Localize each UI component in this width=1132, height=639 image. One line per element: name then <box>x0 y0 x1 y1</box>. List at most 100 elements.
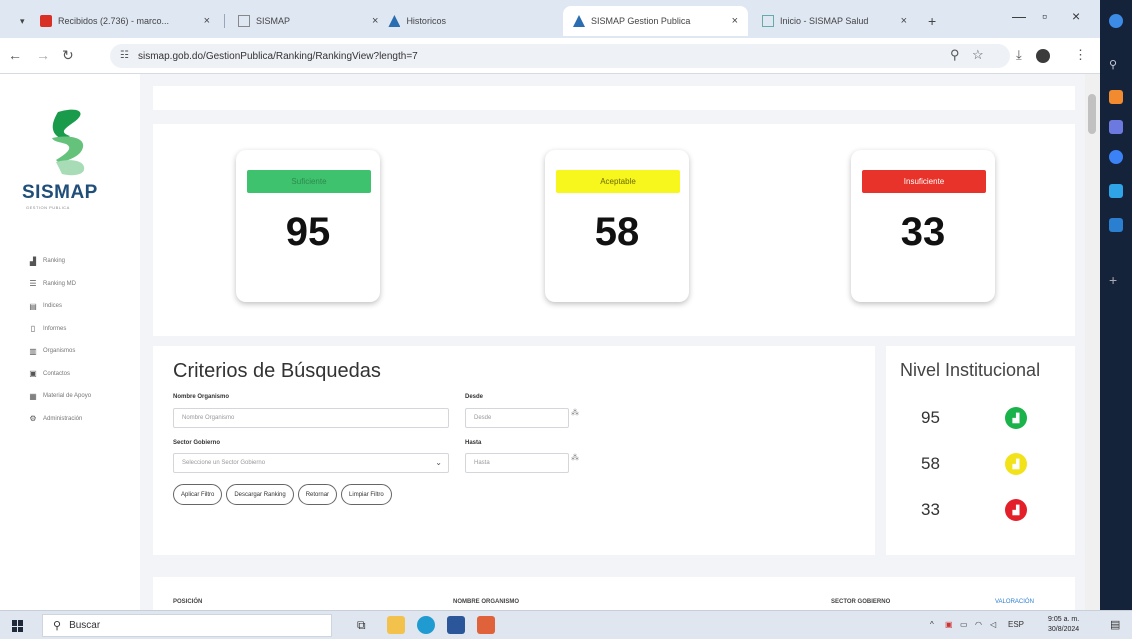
desde-label: Desde <box>465 394 484 400</box>
sidebar-item-material-apoyo[interactable]: ▦ Material de Apoyo <box>28 385 91 408</box>
url-bar[interactable]: ☷ sismap.gob.do/GestionPublica/Ranking/R… <box>110 44 1010 68</box>
page-icon <box>762 15 774 27</box>
bookmark-star-icon[interactable]: ☆ <box>972 47 984 63</box>
page-scrollbar[interactable] <box>1085 74 1100 610</box>
window-close-icon[interactable]: × <box>1072 8 1080 24</box>
calendar-icon[interactable]: ⁂ <box>571 453 579 462</box>
sismap-favicon-icon <box>573 15 585 27</box>
nivel-institucional-panel: Nivel Institucional 95 ▟ 58 ▟ 33 ▟ <box>886 346 1075 555</box>
sidebar-item-ranking[interactable]: ▟ Ranking <box>28 250 91 273</box>
task-view-icon[interactable]: ⧉ <box>357 618 375 636</box>
close-icon[interactable]: × <box>901 15 907 27</box>
add-app-icon[interactable]: + <box>1109 272 1123 288</box>
menu-dots-icon[interactable]: ⋮ <box>1074 47 1087 63</box>
sidebar-item-administracion[interactable]: ⚙ Administración <box>28 408 91 431</box>
card-suficiente: Suficiente 95 <box>236 150 380 302</box>
search-criteria-panel: Criterios de Búsquedas Nombre Organismo … <box>153 346 875 555</box>
wifi-icon[interactable]: ◠ <box>975 620 982 629</box>
battery-icon[interactable]: ▭ <box>960 620 968 629</box>
taskbar: ⚲ Buscar ⧉ ^ ▣ ▭ ◠ ◁ ESP 9:05 a. m. 30/8… <box>0 610 1132 639</box>
notifications-icon[interactable]: ▤ <box>1110 618 1120 631</box>
zoom-icon[interactable]: ⚲ <box>950 47 960 63</box>
close-icon[interactable]: × <box>204 15 210 27</box>
sismap-favicon-icon <box>388 15 401 27</box>
taskbar-search[interactable]: ⚲ Buscar <box>42 614 332 637</box>
office-icon[interactable] <box>1109 184 1123 198</box>
outlook-icon[interactable] <box>1109 218 1123 232</box>
site-settings-icon[interactable]: ☷ <box>120 50 129 61</box>
volume-icon[interactable]: ◁ <box>990 620 996 629</box>
tab-historicos[interactable]: × Historicos <box>362 6 542 36</box>
logo-subtitle: GESTION PUBLICA <box>26 205 70 210</box>
sidebar-item-informes[interactable]: ▯ Informes <box>28 318 91 341</box>
apply-filter-button[interactable]: Aplicar Filtro <box>173 484 223 505</box>
column-header-sector[interactable]: SECTOR GOBIERNO <box>831 599 890 605</box>
contacts-icon: ▣ <box>29 369 37 379</box>
sidebar-item-organismos[interactable]: ▥ Organismos <box>28 340 91 363</box>
tab-sismap[interactable]: SISMAP <box>228 6 358 36</box>
clear-filter-button[interactable]: Limpiar Filtro <box>341 484 392 505</box>
gears-icon: ⚙ <box>29 414 37 424</box>
list-icon: ☰ <box>29 279 37 289</box>
logo-text: SISMAP <box>22 182 98 203</box>
sidebar-item-contactos[interactable]: ▣ Contactos <box>28 363 91 386</box>
table-icon: ▤ <box>29 301 37 311</box>
windows-start-icon[interactable] <box>12 620 24 632</box>
sidebar-nav: ▟ Ranking ☰ Ranking MD ▤ Indices ▯ Informes … <box>28 250 91 430</box>
nivel-title: Nivel Institucional <box>900 360 1041 380</box>
book-icon: ▦ <box>29 391 37 401</box>
card-insuficiente: Insuficiente 33 <box>851 150 995 302</box>
gmail-icon <box>40 15 52 27</box>
column-header-nombre[interactable]: NOMBRE ORGANISMO <box>453 599 519 605</box>
organismo-input[interactable]: Nombre Organismo <box>173 408 449 428</box>
tools-icon[interactable] <box>1109 120 1123 134</box>
download-ranking-button[interactable]: Descargar Ranking <box>226 484 294 505</box>
tab-list-button[interactable]: ▾ <box>10 6 30 36</box>
scrollbar-thumb[interactable] <box>1088 94 1096 134</box>
copilot-icon[interactable] <box>1109 14 1123 28</box>
app-icon[interactable] <box>477 616 495 634</box>
file-explorer-icon[interactable] <box>387 616 405 634</box>
badge-insuficiente: Insuficiente <box>862 170 986 193</box>
edge-icon[interactable] <box>417 616 435 634</box>
tab-gmail[interactable]: Recibidos (2.736) - marco... × <box>30 6 220 36</box>
page-icon <box>238 15 250 27</box>
sidebar: SISMAP GESTION PUBLICA ▟ Ranking ☰ Ranking… <box>0 74 140 610</box>
return-button[interactable]: Retornar <box>297 484 338 505</box>
back-icon[interactable]: ← <box>8 47 22 63</box>
maximize-icon[interactable]: ▫ <box>1042 8 1047 24</box>
forward-icon[interactable]: → <box>36 47 50 63</box>
new-tab-button[interactable]: + <box>918 6 942 36</box>
column-header-valoracion[interactable]: VALORACIÓN <box>995 599 1034 605</box>
clock[interactable]: 9:05 a. m. 30/8/2024 <box>1048 615 1079 635</box>
sector-label: Sector Gobierno <box>173 440 221 446</box>
reload-icon[interactable]: ↻ <box>62 47 74 64</box>
hasta-date-input[interactable]: Hasta <box>465 453 569 473</box>
games-icon[interactable] <box>1109 150 1123 164</box>
download-icon[interactable]: ⤓ <box>1016 47 1022 63</box>
sector-select[interactable]: Seleccione un Sector Gobierno ⌄ <box>173 453 449 473</box>
profile-avatar[interactable] <box>1036 49 1050 63</box>
sidebar-item-ranking-md[interactable]: ☰ Ranking MD <box>28 273 91 296</box>
desde-date-input[interactable]: Desde <box>465 408 569 428</box>
close-icon[interactable]: × <box>372 15 378 27</box>
sidebar-item-indices[interactable]: ▤ Indices <box>28 295 91 318</box>
language-indicator[interactable]: ESP <box>1008 620 1024 629</box>
calendar-icon[interactable]: ⁂ <box>571 408 579 417</box>
page-content: SISMAP GESTION PUBLICA ▟ Ranking ☰ Ranking… <box>0 74 1100 610</box>
shopping-icon[interactable] <box>1109 90 1123 104</box>
ranking-table: POSICIÓN NOMBRE ORGANISMO SECTOR GOBIERN… <box>153 577 1075 610</box>
hasta-label: Hasta <box>465 440 482 446</box>
building-icon: ▥ <box>29 346 37 356</box>
tab-sismap-gestion-publica[interactable]: SISMAP Gestion Publica × <box>563 6 748 36</box>
close-icon[interactable]: × <box>732 15 738 27</box>
tab-sismap-salud[interactable]: Inicio - SISMAP Salud × <box>752 6 917 36</box>
word-icon[interactable] <box>447 616 465 634</box>
top-panel <box>153 86 1075 110</box>
column-header-posicion[interactable]: POSICIÓN <box>173 599 202 605</box>
card-value: 95 <box>285 210 331 254</box>
minimize-icon[interactable]: — <box>1012 8 1026 24</box>
chevron-up-icon[interactable]: ^ <box>930 620 934 629</box>
search-icon[interactable]: ⚲ <box>1109 58 1123 72</box>
tray-app-icon[interactable]: ▣ <box>945 620 953 629</box>
